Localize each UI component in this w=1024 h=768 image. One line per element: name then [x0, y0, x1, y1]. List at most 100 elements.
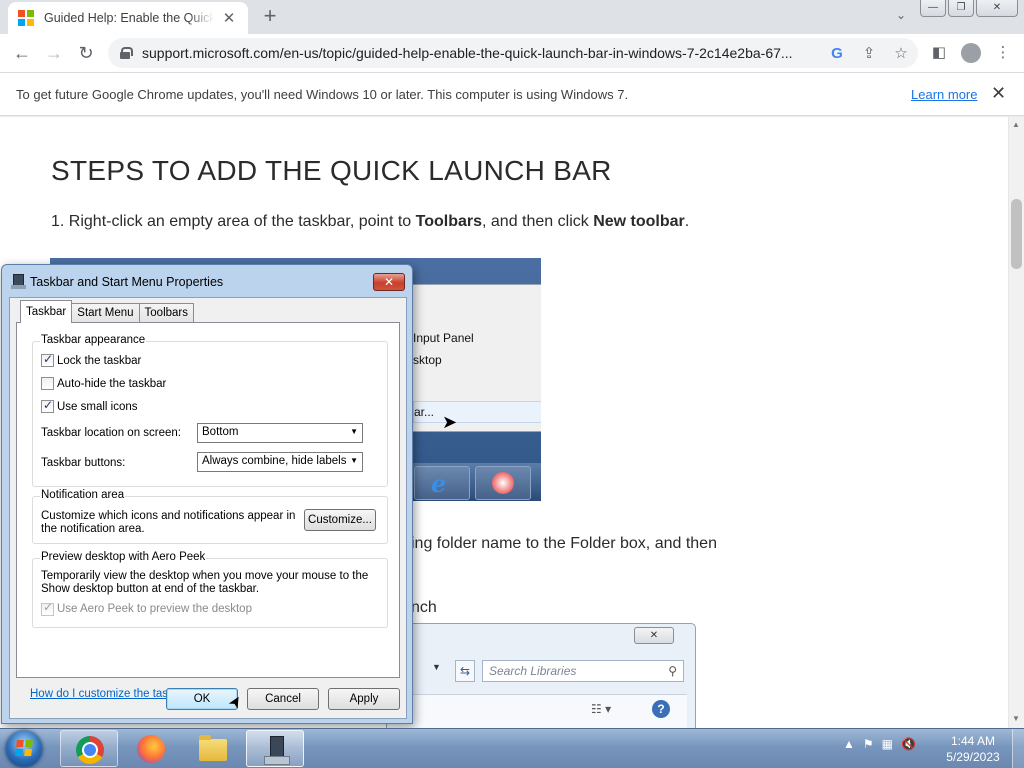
firefox-icon — [137, 735, 165, 763]
tab-toolbars[interactable]: Toolbars — [138, 303, 194, 323]
apply-button[interactable]: Apply — [328, 688, 400, 710]
checkbox-checked-icon[interactable] — [41, 352, 54, 367]
dialog-tabs: Taskbar Start Menu Toolbars — [20, 300, 194, 323]
tab-strip: Guided Help: Enable the Quick Launch Bar… — [0, 0, 1024, 34]
windows-taskbar: ▲ ⚑ ▦ 🔇 1:44 AM 5/29/2023 — [0, 728, 1024, 768]
window-close-button[interactable]: ✕ — [976, 0, 1018, 17]
dialog-body: Taskbar Start Menu Toolbars Taskbar appe… — [9, 297, 407, 719]
step-2-text: ing folder name to the Folder box, and t… — [411, 535, 717, 552]
show-desktop-button[interactable] — [1012, 729, 1024, 768]
show-hidden-icons-button[interactable]: ▲ — [843, 737, 855, 751]
lock-icon[interactable] — [120, 47, 133, 59]
menu-item-image: ar... — [413, 401, 541, 423]
action-center-icon[interactable]: ⚑ — [863, 737, 874, 751]
location-label: Taskbar location on screen: — [41, 427, 181, 439]
browser-tab[interactable]: Guided Help: Enable the Quick Launch Bar… — [8, 2, 248, 34]
clock-time: 1:44 AM — [950, 734, 996, 748]
share-icon[interactable]: ⇪ — [860, 44, 878, 62]
forward-button[interactable]: → — [38, 37, 70, 69]
minimize-button[interactable]: — — [920, 0, 946, 17]
chrome-icon — [76, 736, 104, 764]
taskbar-properties-dialog: Taskbar and Start Menu Properties ✕ Task… — [1, 264, 413, 724]
folder-icon — [199, 735, 227, 761]
back-button[interactable]: ← — [6, 37, 38, 69]
step-1-text: 1. Right-click an empty area of the task… — [51, 213, 690, 230]
bookmark-star-icon[interactable]: ☆ — [892, 44, 910, 62]
menu-item-image: sktop — [413, 353, 442, 367]
dialog-title: Taskbar and Start Menu Properties — [30, 275, 224, 289]
taskbar-firefox[interactable] — [122, 730, 180, 767]
page-scrollbar[interactable]: ▲ ▼ — [1008, 117, 1024, 728]
dialog-close-button[interactable]: ✕ — [373, 273, 405, 291]
avatar-icon — [961, 43, 981, 63]
ie-icon: e — [414, 466, 470, 500]
page-title: STEPS TO ADD THE QUICK LAUNCH BAR — [51, 155, 612, 186]
scroll-up-icon[interactable]: ▲ — [1012, 120, 1020, 129]
lock-taskbar-checkbox[interactable]: Lock the taskbar — [41, 352, 141, 367]
screenshot-explorer: ✕ ▼ ⇆ Search Libraries ⚲ ☷ ▾ ? — [386, 623, 696, 728]
window-controls: — ❐ ✕ — [920, 0, 1018, 17]
url-text[interactable]: support.microsoft.com/en-us/topic/guided… — [142, 45, 812, 61]
learn-more-link[interactable]: Learn more — [911, 87, 977, 102]
notification-description: Customize which icons and notifications … — [41, 510, 296, 535]
volume-muted-icon[interactable]: 🔇 — [901, 737, 916, 751]
checkbox-checked-icon[interactable] — [41, 398, 54, 413]
clock-date: 5/29/2023 — [946, 750, 1000, 764]
step-3-text: nch — [411, 599, 437, 616]
tab-start-menu[interactable]: Start Menu — [71, 303, 140, 323]
views-icon: ☷ ▾ — [591, 702, 612, 716]
search-icon: ⚲ — [668, 664, 677, 678]
start-button[interactable] — [6, 731, 42, 767]
checkbox-unchecked-icon[interactable] — [41, 377, 54, 390]
tab-close-icon[interactable]: ✕ — [220, 9, 238, 27]
taskbar-explorer[interactable] — [184, 730, 242, 767]
customize-button[interactable]: Customize... — [304, 509, 376, 531]
checkbox-checked-icon[interactable] — [41, 601, 54, 616]
infobar-message: To get future Google Chrome updates, you… — [16, 87, 629, 102]
system-tray: ▲ ⚑ ▦ 🔇 — [843, 737, 916, 751]
clock[interactable]: 1:44 AM 5/29/2023 — [940, 733, 1006, 765]
menu-item-image: Input Panel — [413, 331, 474, 345]
explorer-close-icon: ✕ — [634, 627, 674, 644]
notification-area-group: Notification area Customize which icons … — [32, 489, 388, 544]
taskbar-chrome[interactable] — [60, 730, 118, 767]
reload-button[interactable]: ↻ — [70, 37, 102, 69]
google-lens-icon[interactable]: G — [828, 45, 846, 62]
aero-peek-group: Preview desktop with Aero Peek Temporari… — [32, 551, 388, 628]
scroll-thumb[interactable] — [1011, 199, 1022, 269]
small-icons-checkbox[interactable]: Use small icons — [41, 398, 138, 413]
buttons-label: Taskbar buttons: — [41, 457, 126, 469]
restore-button[interactable]: ❐ — [948, 0, 974, 17]
taskbar-properties-window[interactable] — [246, 730, 304, 767]
infobar-close-icon[interactable]: ✕ — [991, 83, 1006, 104]
scroll-down-icon[interactable]: ▼ — [1012, 714, 1020, 723]
media-player-icon — [475, 466, 531, 500]
new-tab-button[interactable]: + — [258, 5, 282, 27]
taskbar-properties-icon — [11, 274, 27, 290]
profile-button[interactable] — [958, 38, 984, 68]
address-bar[interactable]: support.microsoft.com/en-us/topic/guided… — [108, 38, 918, 68]
cancel-button[interactable]: Cancel — [247, 688, 319, 710]
group-label: Preview desktop with Aero Peek — [40, 551, 207, 563]
side-panel-icon[interactable]: ◧ — [926, 38, 952, 68]
taskbar-location-select[interactable]: Bottom — [197, 423, 363, 443]
chevron-down-icon: ▼ — [432, 662, 441, 672]
tab-search-icon[interactable]: ⌄ — [896, 8, 906, 22]
taskbar-appearance-group: Taskbar appearance Lock the taskbar Auto… — [32, 334, 388, 487]
microsoft-logo-icon — [18, 10, 34, 26]
auto-hide-checkbox[interactable]: Auto-hide the taskbar — [41, 377, 166, 390]
aero-peek-description: Temporarily view the desktop when you mo… — [41, 570, 369, 595]
network-icon[interactable]: ▦ — [882, 737, 893, 751]
aero-peek-checkbox[interactable]: Use Aero Peek to preview the desktop — [41, 601, 252, 616]
taskbar-properties-icon — [262, 736, 290, 765]
chrome-menu-icon[interactable]: ⋮ — [990, 38, 1016, 68]
update-infobar: To get future Google Chrome updates, you… — [0, 72, 1024, 116]
refresh-icon: ⇆ — [455, 660, 475, 682]
windows-logo-icon — [15, 740, 33, 756]
tab-taskbar[interactable]: Taskbar — [20, 300, 73, 323]
taskbar-buttons-select[interactable]: Always combine, hide labels — [197, 452, 363, 472]
group-label: Taskbar appearance — [40, 334, 147, 346]
tab-title: Guided Help: Enable the Quick Launch Bar — [44, 11, 214, 25]
taskbar-tab-panel: Taskbar appearance Lock the taskbar Auto… — [16, 322, 400, 678]
search-libraries-box: Search Libraries ⚲ — [482, 660, 684, 682]
